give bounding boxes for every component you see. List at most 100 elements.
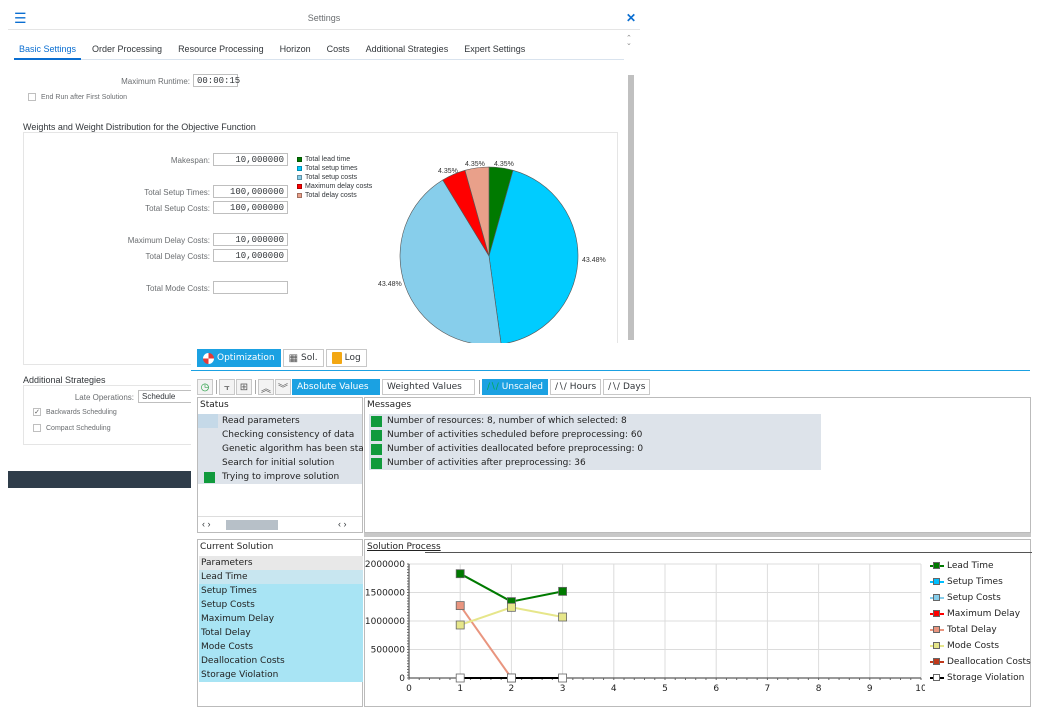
tab-log[interactable]: Log — [325, 349, 367, 367]
legend-item: Maximum Delay — [930, 608, 1020, 620]
legend-marker-icon — [930, 674, 944, 682]
scroll-thumb[interactable] — [226, 520, 278, 530]
scroll-left-right-icon[interactable]: ‹ › — [338, 519, 347, 529]
tab-horizon[interactable]: Horizon — [275, 44, 316, 60]
tab-solution[interactable]: ▦ Sol. — [282, 349, 324, 367]
pane-splitter[interactable] — [364, 533, 1031, 537]
data-point — [455, 673, 465, 683]
x-tick-label: 9 — [867, 684, 873, 694]
legend-item: Storage Violation — [930, 672, 1024, 684]
parameter-row[interactable]: Maximum Delay — [199, 612, 363, 626]
status-title: Status — [200, 400, 229, 410]
total-delay-costs-label: Total Delay Costs: — [145, 252, 210, 261]
unscaled-toggle[interactable]: ∕∖∕ Unscaled — [482, 379, 548, 395]
total-mode-costs-label: Total Mode Costs: — [145, 284, 210, 293]
message-status-icon — [371, 444, 382, 455]
data-point — [455, 620, 465, 630]
gantt-icon[interactable]: ⊞ — [236, 379, 252, 395]
tab-costs[interactable]: Costs — [322, 44, 355, 60]
compact-scheduling-checkbox[interactable] — [33, 424, 41, 432]
legend-swatch — [297, 192, 302, 198]
pie-label-lead-time: 4.35% — [494, 161, 514, 168]
current-solution-pane: Current Solution Parameters Lead Time Se… — [197, 539, 363, 707]
x-tick-label: 0 — [406, 684, 412, 694]
status-item: Trying to improve solution — [222, 472, 340, 482]
max-delay-costs-input[interactable]: 10,000000 — [213, 233, 288, 246]
legend-label: Maximum Delay — [947, 609, 1021, 619]
days-toggle[interactable]: ∕∖∕ Days — [603, 379, 651, 395]
status-pane: Status Read parameters Checking consiste… — [197, 397, 382, 533]
tab-expert-settings[interactable]: Expert Settings — [459, 44, 530, 60]
legend-marker-icon — [930, 626, 944, 634]
total-mode-costs-input[interactable] — [213, 281, 288, 294]
clock-check-icon[interactable]: ◷ — [197, 379, 213, 395]
optimizer-tabs: Optimization ▦ Sol. Log — [197, 349, 369, 367]
log-icon — [331, 352, 342, 364]
message-item: Number of resources: 8, number of which … — [387, 416, 627, 426]
toolbar-separator — [255, 380, 256, 394]
current-solution-title: Current Solution — [200, 542, 274, 552]
settings-scrollbar[interactable] — [628, 75, 634, 340]
scroll-updown-icon[interactable]: ⌃ ⌄ — [626, 35, 632, 47]
close-icon[interactable]: ✕ — [626, 11, 636, 25]
tab-additional-strategies[interactable]: Additional Strategies — [361, 44, 454, 60]
additional-section-title: Additional Strategies — [23, 375, 106, 385]
tab-basic-settings[interactable]: Basic Settings — [14, 44, 82, 60]
tab-resource-processing[interactable]: Resource Processing — [173, 44, 269, 60]
parameter-row[interactable]: Total Delay — [199, 626, 363, 640]
messages-pane: Messages Number of resources: 8, number … — [364, 397, 1031, 533]
status-item: Read parameters — [222, 416, 300, 426]
parameter-row[interactable]: Lead Time — [199, 570, 363, 584]
x-tick-label: 5 — [662, 684, 668, 694]
legend-marker-icon — [930, 610, 944, 618]
solution-chart-icon: ▦ — [288, 352, 299, 364]
message-status-icon — [371, 430, 382, 441]
parameter-row[interactable]: Deallocation Costs — [199, 654, 363, 668]
parameter-row[interactable]: Setup Times — [199, 584, 363, 598]
total-setup-costs-label: Total Setup Costs: — [145, 204, 210, 213]
backwards-scheduling-checkbox[interactable]: ✓ — [33, 408, 41, 416]
collapse-all-icon[interactable]: ︽ — [258, 379, 274, 395]
status-scrollbar[interactable]: ‹ › ‹ › — [198, 516, 362, 532]
total-setup-times-input[interactable]: 100,000000 — [213, 185, 288, 198]
pie-legend-item: Total setup times — [297, 165, 358, 172]
max-runtime-label: Maximum Runtime: — [121, 77, 190, 86]
x-tick-label: 8 — [816, 684, 822, 694]
resource-settings-icon[interactable]: ⫟ — [219, 379, 235, 395]
optimization-icon — [203, 352, 214, 364]
line-chart-icon: ∕∖∕ — [608, 382, 620, 392]
parameter-row[interactable]: Mode Costs — [199, 640, 363, 654]
legend-marker-icon — [930, 578, 944, 586]
expand-all-icon[interactable]: ︾ — [275, 379, 291, 395]
toolbar-separator — [479, 380, 480, 394]
scroll-left-right-icon[interactable]: ‹ › — [202, 519, 211, 529]
y-tick-label: 1000000 — [365, 617, 405, 627]
absolute-values-toggle[interactable]: Absolute Values — [292, 379, 380, 395]
tab-underline — [191, 370, 1030, 371]
data-point — [455, 601, 465, 611]
max-runtime-input[interactable]: 00:00:15 — [193, 74, 240, 87]
weights-section-title: Weights and Weight Distribution for the … — [23, 122, 256, 132]
total-setup-costs-input[interactable]: 100,000000 — [213, 201, 288, 214]
parameter-row[interactable]: Storage Violation — [199, 668, 363, 682]
x-tick-label: 10 — [915, 684, 925, 694]
legend-label: Storage Violation — [947, 673, 1025, 683]
data-point — [558, 612, 568, 622]
total-delay-costs-input[interactable]: 10,000000 — [213, 249, 288, 262]
legend-label: Lead Time — [947, 561, 994, 571]
line-chart-icon: ∕∖∕ — [487, 382, 499, 392]
pie-legend-item: Maximum delay costs — [297, 183, 372, 190]
pie-label-setup-costs: 43.48% — [378, 281, 402, 288]
toolbar-separator — [216, 380, 217, 394]
x-tick-label: 2 — [509, 684, 515, 694]
tab-optimization[interactable]: Optimization — [197, 349, 281, 367]
late-operations-select[interactable]: Schedule — [138, 390, 193, 403]
pie-label-total-delay: 4.35% — [465, 161, 485, 168]
tab-order-processing[interactable]: Order Processing — [87, 44, 167, 60]
end-run-checkbox[interactable] — [28, 93, 36, 101]
weighted-values-toggle[interactable]: Weighted Values — [382, 379, 475, 395]
parameter-row[interactable]: Setup Costs — [199, 598, 363, 612]
hours-toggle[interactable]: ∕∖∕ Hours — [550, 379, 602, 395]
y-tick-label: 0 — [399, 674, 405, 684]
makespan-input[interactable]: 10,000000 — [213, 153, 288, 166]
